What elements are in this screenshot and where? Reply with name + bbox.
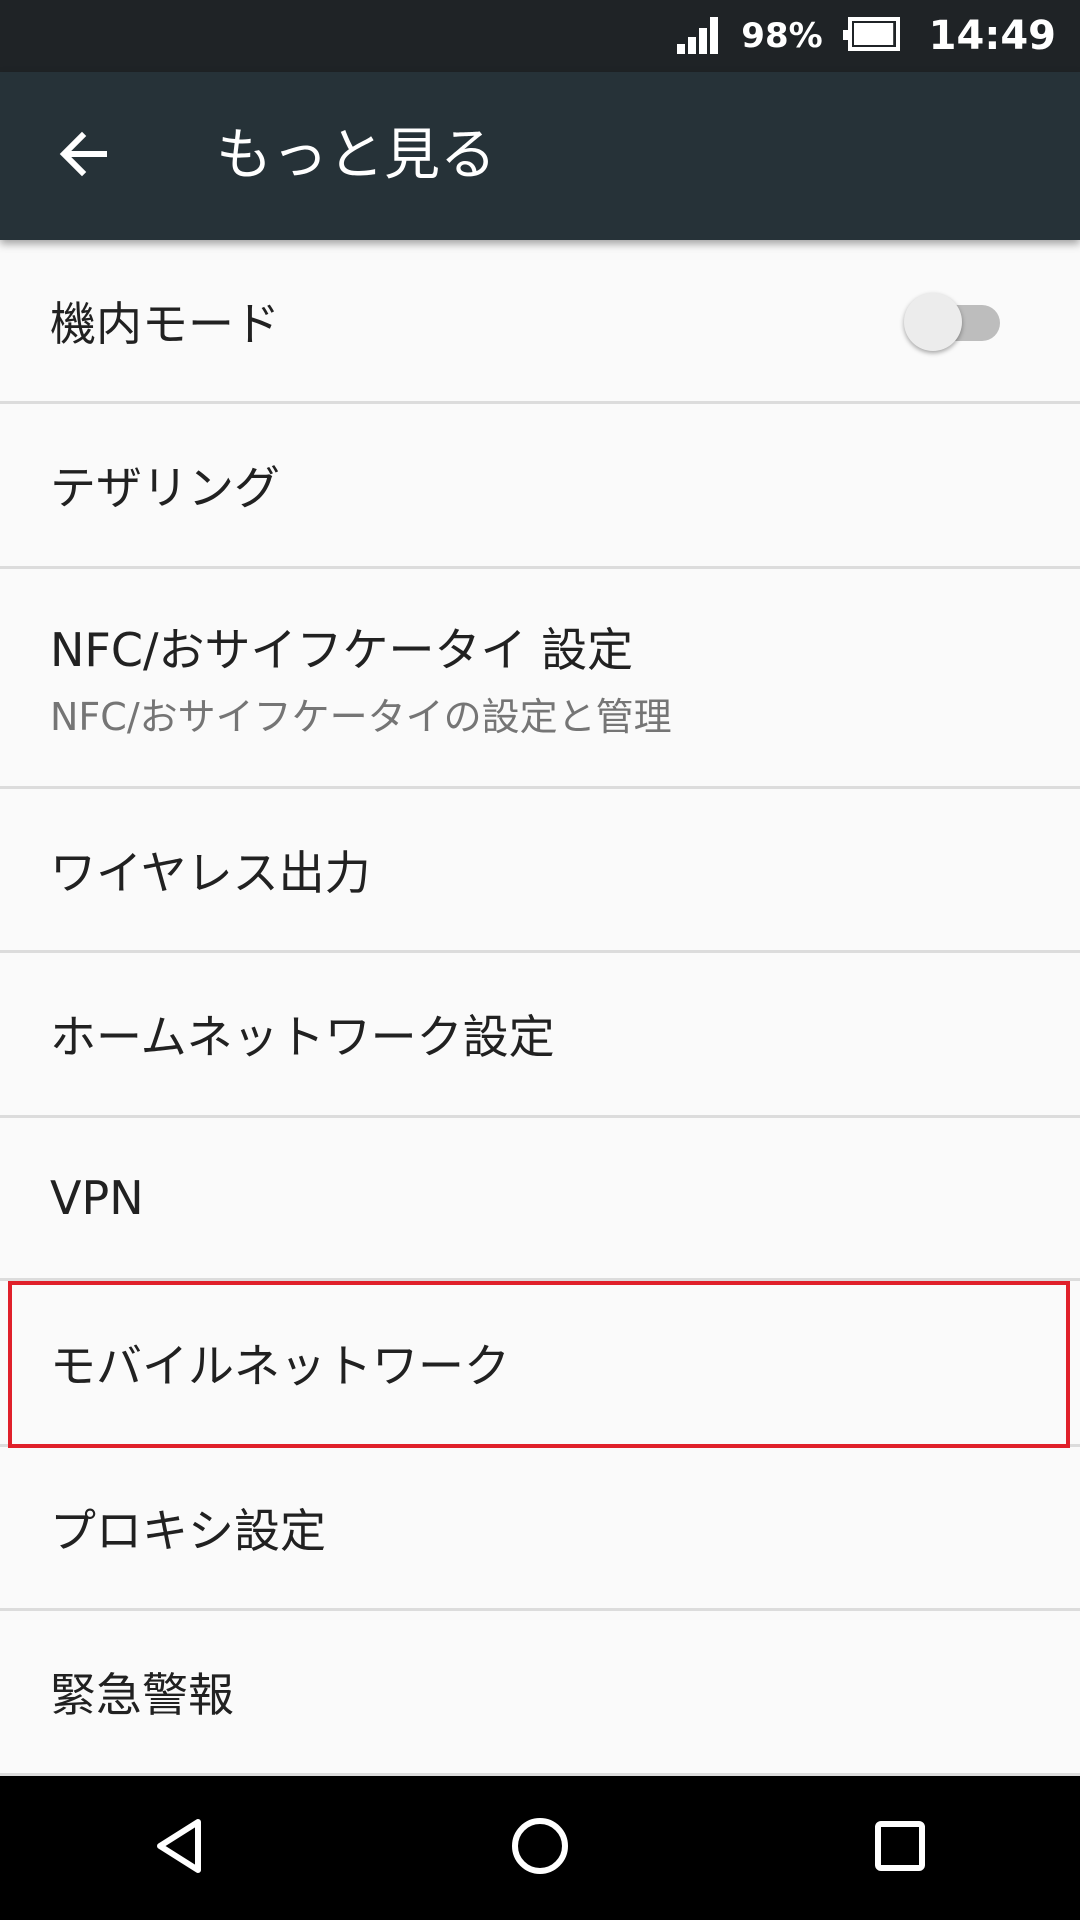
- back-button[interactable]: [36, 108, 132, 204]
- settings-item-proxy[interactable]: プロキシ設定: [0, 1447, 1080, 1611]
- signal-icon: [675, 14, 723, 58]
- status-bar: 98% 14:49: [0, 0, 1080, 72]
- settings-item-label: NFC/おサイフケータイ 設定: [50, 623, 634, 677]
- settings-item-label: モバイルネットワーク: [50, 1338, 510, 1393]
- nav-recents-icon: [868, 1814, 932, 1882]
- battery-icon: [841, 16, 901, 56]
- arrow-back-icon: [56, 126, 112, 186]
- settings-item-label: プロキシ設定: [50, 1503, 326, 1558]
- settings-list: 機内モード テザリング NFC/おサイフケータイ 設定 NFC/おサイフケータイ…: [0, 240, 1080, 1776]
- settings-item-emergency-alert[interactable]: 緊急警報: [0, 1611, 1080, 1776]
- settings-item-wireless-output[interactable]: ワイヤレス出力: [0, 789, 1080, 953]
- nav-home-button[interactable]: [480, 1788, 600, 1908]
- settings-item-nfc[interactable]: NFC/おサイフケータイ 設定 NFC/おサイフケータイの設定と管理: [0, 569, 1080, 789]
- nav-back-icon: [148, 1814, 212, 1882]
- settings-item-label: テザリング: [50, 461, 280, 515]
- airplane-mode-toggle[interactable]: [904, 292, 1000, 351]
- status-icons: 98% 14:49: [675, 0, 1056, 72]
- app-bar: もっと見る: [0, 72, 1080, 240]
- settings-item-airplane-mode[interactable]: 機内モード: [0, 240, 1080, 404]
- clock: 14:49: [928, 13, 1056, 59]
- settings-item-label: VPN: [50, 1171, 144, 1225]
- settings-item-tethering[interactable]: テザリング: [0, 404, 1080, 569]
- battery-percent: 98%: [741, 16, 823, 56]
- nav-back-button[interactable]: [120, 1788, 240, 1908]
- settings-item-mobile-network[interactable]: モバイルネットワーク: [0, 1281, 1080, 1448]
- settings-item-label: ワイヤレス出力: [50, 845, 371, 900]
- settings-item-label: ホームネットワーク設定: [50, 1010, 555, 1064]
- settings-item-summary: NFC/おサイフケータイの設定と管理: [50, 695, 672, 739]
- nav-recents-button[interactable]: [840, 1788, 960, 1908]
- toggle-thumb: [904, 292, 962, 351]
- navigation-bar: [0, 1776, 1080, 1920]
- nav-home-icon: [508, 1814, 572, 1882]
- settings-item-label: 緊急警報: [50, 1668, 234, 1722]
- page-title: もっと見る: [216, 123, 496, 188]
- settings-item-home-network[interactable]: ホームネットワーク設定: [0, 953, 1080, 1118]
- settings-item-vpn[interactable]: VPN: [0, 1118, 1080, 1281]
